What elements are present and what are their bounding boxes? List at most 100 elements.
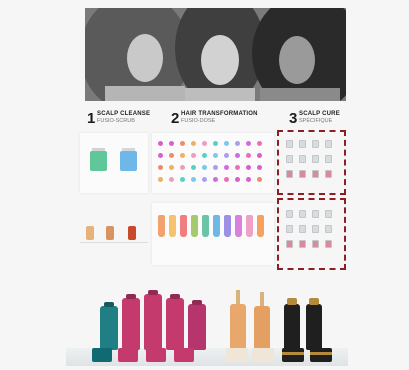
ampoule xyxy=(286,140,293,148)
booster-dot xyxy=(235,177,240,182)
ampoule xyxy=(299,225,306,233)
booster-dot xyxy=(213,141,218,146)
ampoule xyxy=(286,225,293,233)
booster-vial xyxy=(213,215,220,237)
booster-dot xyxy=(169,165,174,170)
booster-dot xyxy=(202,165,207,170)
booster-dot xyxy=(169,177,174,182)
ampoule xyxy=(286,170,293,178)
jar-cream-2 xyxy=(252,348,274,362)
step-3-title: SCALP CURE xyxy=(299,111,340,117)
booster-dot xyxy=(158,153,163,158)
ampoule xyxy=(325,240,332,248)
ampoule xyxy=(325,210,332,218)
booster-dot xyxy=(202,153,207,158)
vial-row xyxy=(158,215,268,249)
booster-vial xyxy=(235,215,242,237)
booster-dot xyxy=(191,165,196,170)
jar-cream-1 xyxy=(226,348,248,362)
step-2-subtitle: FUSIO-DOSE xyxy=(181,118,216,124)
ampoule xyxy=(286,155,293,163)
booster-dot xyxy=(191,141,196,146)
booster-dot xyxy=(202,177,207,182)
booster-vial xyxy=(158,215,165,237)
ampoule xyxy=(299,170,306,178)
fusio-dose-booster-panel xyxy=(152,133,274,193)
booster-dot xyxy=(246,153,251,158)
fusio-dose-vial-panel xyxy=(152,203,274,265)
booster-dot xyxy=(224,153,229,158)
ampoule xyxy=(299,240,306,248)
jar-pink-2 xyxy=(146,348,166,362)
step-1-title: SCALP CLEANSE xyxy=(97,111,151,117)
booster-vial xyxy=(202,215,209,237)
jar-black-band-1 xyxy=(282,352,304,355)
booster-vial xyxy=(191,215,198,237)
booster-dot xyxy=(246,141,251,146)
jar-pink-1 xyxy=(118,348,138,362)
booster-dot xyxy=(257,141,262,146)
pump-gold-1 xyxy=(236,290,240,304)
bottle-pink-2 xyxy=(144,294,162,350)
bottle-black-cap-2 xyxy=(309,298,319,305)
scrub-jar-green xyxy=(90,151,107,171)
bottle-gold-1 xyxy=(230,304,246,350)
booster-vial xyxy=(180,215,187,237)
bottle-teal-cap xyxy=(104,302,114,307)
booster-dot xyxy=(257,165,262,170)
booster-dot xyxy=(169,141,174,146)
shelf-line xyxy=(80,242,148,243)
bottle-teal-1 xyxy=(100,306,118,350)
scalp-cure-highlight-top xyxy=(277,130,346,195)
jar-black-1 xyxy=(282,348,304,362)
ampoule-grid-top xyxy=(286,140,338,186)
bottle-pink-cap-1 xyxy=(126,294,136,299)
bottle-pink-cap-4 xyxy=(192,300,202,305)
ampoule xyxy=(299,210,306,218)
ampoule xyxy=(325,225,332,233)
scrub-jar-blue-lid xyxy=(122,148,135,151)
booster-dot xyxy=(180,177,185,182)
jar-black-band-2 xyxy=(310,352,332,355)
ampoule xyxy=(299,140,306,148)
booster-dot xyxy=(158,177,163,182)
ampoule xyxy=(312,210,319,218)
booster-dot xyxy=(213,153,218,158)
hero-models-illustration xyxy=(85,8,346,101)
small-bottle-red xyxy=(128,226,136,240)
bottle-gold-2 xyxy=(254,306,270,350)
booster-dot xyxy=(224,177,229,182)
booster-dot xyxy=(246,177,251,182)
booster-vial xyxy=(169,215,176,237)
scrub-jar-green-lid xyxy=(92,148,105,151)
booster-dot xyxy=(158,165,163,170)
booster-dot xyxy=(180,153,185,158)
product-shelf xyxy=(66,286,348,370)
scrub-jar-blue xyxy=(120,151,137,171)
booster-dot xyxy=(235,141,240,146)
scrub-panel xyxy=(80,133,148,193)
booster-dot xyxy=(257,153,262,158)
ampoule xyxy=(312,140,319,148)
ampoule xyxy=(312,170,319,178)
booster-dot xyxy=(257,177,262,182)
scrub-lower-shelf xyxy=(80,208,148,248)
booster-vial xyxy=(257,215,264,237)
booster-dot xyxy=(158,141,163,146)
booster-dots-grid xyxy=(158,141,268,185)
booster-vial xyxy=(224,215,231,237)
bottle-pink-1 xyxy=(122,298,140,350)
ampoule xyxy=(325,155,332,163)
booster-dot xyxy=(180,165,185,170)
booster-vial xyxy=(246,215,253,237)
scalp-cure-highlight-bottom xyxy=(277,198,346,270)
ampoule xyxy=(299,155,306,163)
ampoule xyxy=(325,140,332,148)
booster-dot xyxy=(246,165,251,170)
booster-dot xyxy=(235,165,240,170)
small-bottle-orange xyxy=(86,226,94,240)
ampoule xyxy=(286,240,293,248)
hero-photo xyxy=(85,8,346,101)
booster-dot xyxy=(191,153,196,158)
booster-dot xyxy=(202,141,207,146)
